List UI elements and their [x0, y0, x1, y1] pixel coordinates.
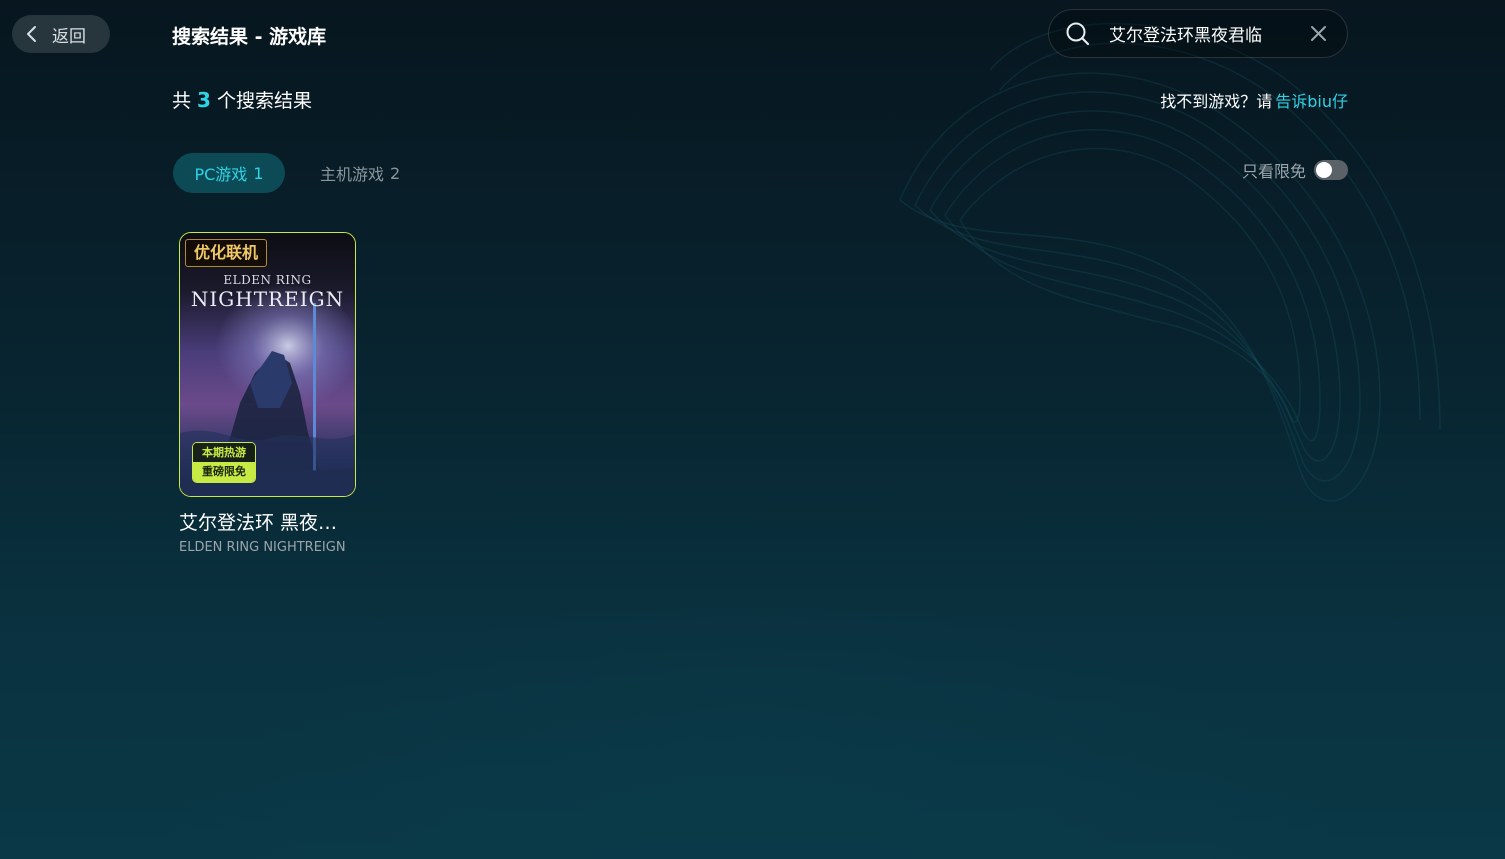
- tab-console-games[interactable]: 主机游戏 2: [320, 153, 400, 193]
- tab-pc-games-label: PC游戏: [194, 165, 248, 184]
- search-icon: [1066, 22, 1090, 45]
- badge-hot: 本期热游: [193, 443, 255, 462]
- back-button[interactable]: 返回: [12, 15, 110, 53]
- free-only-toggle[interactable]: [1314, 160, 1348, 180]
- search-box[interactable]: [1048, 9, 1348, 58]
- badge-free: 重磅限免: [193, 462, 255, 482]
- feedback-link[interactable]: 告诉biu仔: [1275, 92, 1348, 111]
- cover-title-small: ELDEN RING: [223, 273, 312, 287]
- tab-pc-games-count: 1: [253, 163, 264, 183]
- result-count: 共 3 个搜索结果: [172, 86, 312, 113]
- game-name: 艾尔登法环 黑夜君临: [179, 512, 356, 534]
- tab-console-games-label: 主机游戏: [320, 165, 385, 184]
- game-cover[interactable]: 优化联机 ELDEN RING NIGHTREIGN 本期热游 重磅限免: [179, 232, 356, 497]
- back-label: 返回: [52, 26, 86, 47]
- promo-badge: 本期热游 重磅限免: [192, 442, 256, 483]
- search-input[interactable]: [1109, 23, 1299, 44]
- help-text: 找不到游戏？请 告诉biu仔: [1160, 88, 1348, 112]
- result-count-prefix: 共: [172, 90, 192, 112]
- result-count-suffix: 个搜索结果: [216, 90, 312, 112]
- cover-title-large: NIGHTREIGN: [190, 287, 345, 311]
- help-prompt: 找不到游戏？请: [1160, 92, 1273, 111]
- close-icon[interactable]: [1310, 25, 1327, 42]
- result-count-number: 3: [197, 88, 211, 112]
- free-only-label: 只看限免: [1241, 162, 1306, 181]
- chevron-left-icon: [27, 26, 36, 42]
- free-only-filter: 只看限免: [1242, 158, 1348, 182]
- tab-pc-games[interactable]: PC游戏 1: [173, 153, 285, 193]
- tab-console-games-count: 2: [390, 163, 401, 183]
- game-subtitle: ELDEN RING NIGHTREIGN: [179, 540, 346, 555]
- cover-tag: 优化联机: [185, 239, 268, 267]
- game-card[interactable]: 优化联机 ELDEN RING NIGHTREIGN 本期热游 重磅限免 艾尔登…: [179, 232, 356, 555]
- page-title: 搜索结果 - 游戏库: [172, 26, 327, 48]
- toggle-knob: [1316, 162, 1332, 178]
